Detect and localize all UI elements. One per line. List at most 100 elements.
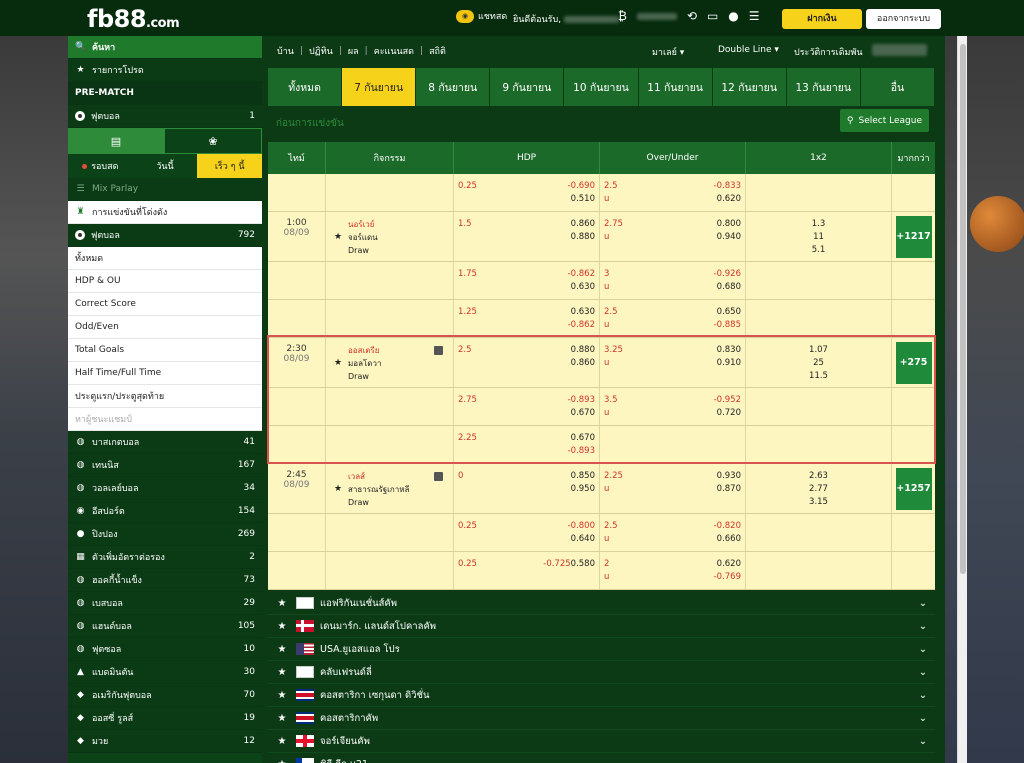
sidebar-item-sport[interactable]: ◆ ออสซี่ รูลส์ 19 [68,707,262,730]
odds-value[interactable]: 0.830 [717,344,741,357]
date-tab[interactable]: 12 กันยายน [712,68,787,106]
chevron-down-icon[interactable]: ⌄ [911,713,935,724]
favorite-star-icon[interactable]: ★ [334,357,342,370]
date-tab[interactable]: 9 กันยายน [490,68,565,106]
sidebar-item-sport[interactable]: ◆ อเมริกันฟุตบอล 70 [68,684,262,707]
odds-value[interactable]: 0.510 [571,193,595,206]
sidebar-favorites[interactable]: ★ รายการโปรด [68,59,262,82]
league-row[interactable]: ★ USA.ยูเอสแอล โปร ⌄ [268,638,935,661]
sidebar-subitem[interactable]: Correct Score [68,293,262,316]
sport-view-toggle[interactable]: ❀ [164,128,262,154]
sidebar-item-sport[interactable]: ◍ วอลเลย์บอล 34 [68,477,262,500]
chevron-down-icon[interactable]: ⌄ [911,690,935,701]
chevron-down-icon[interactable]: ⌄ [911,736,935,747]
tab-early[interactable]: เร็ว ๆ นี้ [197,154,263,178]
stats-icon[interactable] [434,346,443,355]
odds-value[interactable]: 0.650 [717,306,741,319]
more-bets-button[interactable]: +1257 [895,467,932,510]
line-dropdown[interactable]: Double Line ▾ [718,45,779,55]
chevron-down-icon[interactable]: ⌄ [911,667,935,678]
away-team[interactable]: สาธารณรัฐเกาหลี [348,483,453,496]
sidebar-subitem[interactable]: Odd/Even [68,316,262,339]
stats-icon[interactable] [434,472,443,481]
favorite-star-icon[interactable]: ★ [272,598,292,609]
odds-value[interactable]: 0.800 [717,218,741,231]
odds-value[interactable]: 0.620 [717,193,741,206]
odds-value[interactable]: 0.930 [717,470,741,483]
odds-value[interactable]: -0.862 [568,319,595,332]
odds-value[interactable]: -0.800 [568,520,595,533]
odds-value[interactable]: -0.893 [568,445,595,458]
league-row[interactable]: ★ คอสตาริกาคัพ ⌄ [268,707,935,730]
sidebar-item-sport[interactable]: ● ปิงปอง 269 [68,523,262,546]
bet-list-icon[interactable]: ☰ [749,8,760,24]
odds-value[interactable]: -0.725 [543,558,570,571]
odds-value[interactable]: 0.950 [571,483,595,496]
nav-item[interactable]: ปฏิทิน [309,44,333,58]
odds-value[interactable]: 0.670 [571,432,595,445]
away-team[interactable]: มอลโดวา [348,357,453,370]
refresh-icon[interactable]: ⟲ [687,8,697,24]
sidebar-subitem[interactable]: Half Time/Full Time [68,362,262,385]
sidebar-item-sport[interactable]: ◆ มวย 12 [68,730,262,753]
date-tab[interactable]: อื่น [860,68,935,106]
favorite-star-icon[interactable]: ★ [272,759,292,763]
odds-value[interactable]: -0.885 [714,319,741,332]
nav-item[interactable]: คะแนนสด [374,44,414,58]
sidebar-search[interactable]: 🔍 ค้นหา [68,36,262,59]
sidebar-football-live[interactable]: ฟุตบอล 1 [68,105,262,128]
league-row[interactable]: ★ ชิลี ลีก u21⌄ [268,753,935,763]
language-dropdown[interactable]: มาเลย์ ▾ [652,45,684,59]
chevron-down-icon[interactable]: ⌄ [911,644,935,655]
sidebar-subitem[interactable]: หาผู้ชนะแชมป์ [68,408,262,431]
odds-1x2[interactable]: 1.3 [746,218,891,231]
odds-value[interactable]: 0.660 [717,533,741,546]
odds-value[interactable]: 0.860 [571,218,595,231]
date-tab[interactable]: 13 กันยายน [786,68,861,106]
sidebar-item-sport[interactable]: ◍ ฮอคกี้น้ำแข็ง 73 [68,569,262,592]
odds-value[interactable]: 0.870 [717,483,741,496]
vip-icon[interactable]: ▭ [707,8,718,24]
deposit-button[interactable]: ฝากเงิน [782,9,862,29]
date-tab[interactable]: 10 กันยายน [564,68,639,106]
live-chat-button[interactable]: ◉ แชทสด [456,9,507,23]
date-tab[interactable]: ทั้งหมด [268,68,343,106]
odds-value[interactable]: -0.833 [714,180,741,193]
odds-value[interactable]: 0.860 [571,357,595,370]
league-row[interactable]: ★ แอฟริกันเนชั่นส์คัพ ⌄ [268,592,935,615]
chevron-down-icon[interactable]: ⌄ [911,621,935,632]
date-tab[interactable]: 8 กันยายน [416,68,491,106]
chevron-down-icon[interactable]: ⌄ [911,598,935,609]
wallet-icon[interactable]: ₿ [618,8,627,24]
favorite-star-icon[interactable]: ★ [272,736,292,747]
sidebar-subitem[interactable]: HDP & OU [68,270,262,293]
odds-value[interactable]: 0.910 [717,357,741,370]
nav-item[interactable]: สถิติ [429,44,446,58]
scrollbar[interactable] [957,36,967,763]
sidebar-subitem[interactable]: ประตูแรก/ประตูสุดท้าย [68,385,262,408]
odds-1x2[interactable]: 3.15 [746,496,891,509]
nav-item[interactable]: บ้าน [277,44,294,58]
league-row[interactable]: ★ คอสตาริกา เซกุนดา ดิวิชั่น ⌄ [268,684,935,707]
sidebar-item-sport[interactable]: ▦ ตัวเพิ่มอัตราต่อรอง 2 [68,546,262,569]
odds-value[interactable]: -0.862 [568,268,595,281]
account-icon[interactable]: ● [728,8,738,24]
sidebar-item-sport[interactable]: ◍ ฟุตซอล 10 [68,638,262,661]
sidebar-football[interactable]: ฟุตบอล 792 [68,224,262,247]
favorite-star-icon[interactable]: ★ [334,483,342,496]
odds-1x2[interactable]: 11 [746,231,891,244]
sidebar-item-sport[interactable]: ◍ เทนนิส 167 [68,454,262,477]
favorite-star-icon[interactable]: ★ [272,690,292,701]
sidebar-item-sport[interactable]: ◍ แฮนด์บอล 105 [68,615,262,638]
logout-button[interactable]: ออกจากระบบ [866,9,941,29]
sidebar-item-sport[interactable]: ◉ อีสปอร์ต 154 [68,500,262,523]
odds-value[interactable]: 0.580 [571,558,595,571]
logo[interactable]: fb88.com [87,5,180,33]
odds-value[interactable]: -0.952 [714,394,741,407]
date-tab[interactable]: 11 กันยายน [638,68,713,106]
more-bets-button[interactable]: +1217 [895,215,932,258]
odds-value[interactable]: 0.640 [571,533,595,546]
odds-value[interactable]: 0.880 [571,231,595,244]
sidebar-popular[interactable]: ♜ การแข่งขันที่โด่งดัง [68,201,262,224]
odds-value[interactable]: 0.630 [571,306,595,319]
